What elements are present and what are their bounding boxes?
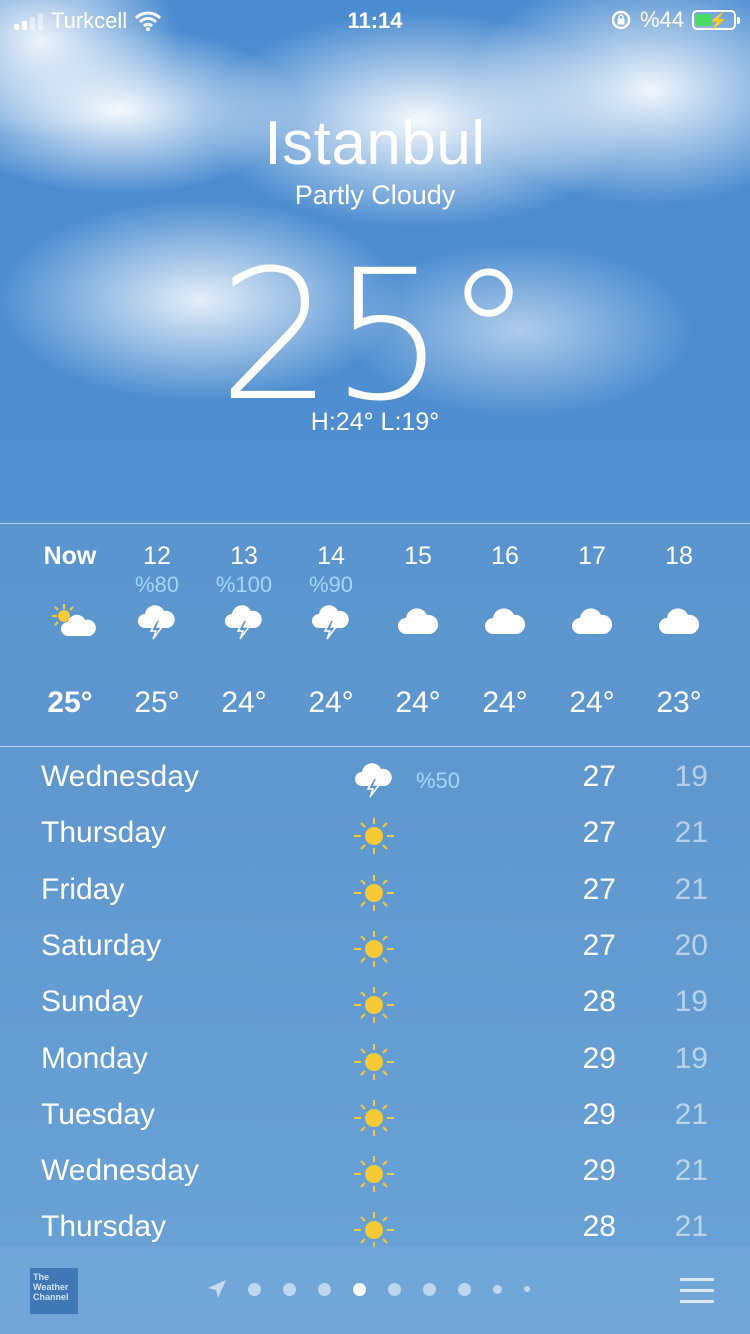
precip-chance: %90 xyxy=(308,572,354,597)
hour-temp: 23° xyxy=(656,686,702,719)
low-temp: 19 xyxy=(674,985,708,1019)
page-dot[interactable] xyxy=(423,1282,436,1296)
low-temp: 21 xyxy=(674,872,708,906)
thunderstorm-icon xyxy=(309,602,353,642)
condition: Partly Cloudy xyxy=(294,180,456,210)
rotation-lock-icon xyxy=(611,10,631,30)
day-row: Wednesday 29 21 xyxy=(0,1146,750,1202)
city-list-button[interactable] xyxy=(680,1278,714,1304)
precip-chance: %50 xyxy=(416,768,461,793)
day-row: Sunday 28 19 xyxy=(0,977,750,1033)
location-arrow-icon xyxy=(208,1280,226,1298)
hour-label: 17 xyxy=(578,542,606,570)
day-row: Tuesday 29 21 xyxy=(0,1090,750,1146)
hour-label: 18 xyxy=(665,542,693,570)
thunderstorm-icon xyxy=(135,602,179,642)
high-temp: 27 xyxy=(582,816,616,850)
low-temp: 21 xyxy=(674,1210,708,1244)
hour-label: 15 xyxy=(404,542,432,570)
precip-chance: %100 xyxy=(215,572,273,597)
hour-temp: 24° xyxy=(395,686,441,719)
low-temp: 19 xyxy=(674,760,708,793)
cloud-icon xyxy=(657,602,701,642)
page-dot-active[interactable] xyxy=(353,1282,366,1296)
high-temp: 29 xyxy=(582,1041,616,1075)
day-name: Thursday xyxy=(41,1210,167,1244)
day-name: Sunday xyxy=(41,985,143,1019)
cloud-icon xyxy=(483,602,527,642)
thunderstorm-icon xyxy=(352,760,396,800)
hour-label: 16 xyxy=(491,542,519,570)
day-row: Monday 29 19 xyxy=(0,1034,750,1090)
cloud-icon xyxy=(396,602,440,642)
high-temp: 27 xyxy=(582,928,616,962)
sun-icon xyxy=(352,1042,396,1082)
partly-sunny-icon xyxy=(48,602,96,642)
day-name: Saturday xyxy=(41,928,162,962)
page-indicator[interactable] xyxy=(206,1278,552,1300)
high-low: H:24° L:19° xyxy=(310,408,440,436)
day-name: Wednesday xyxy=(41,1154,199,1188)
page-dot[interactable] xyxy=(458,1282,471,1296)
sun-icon xyxy=(352,985,396,1025)
sun-icon xyxy=(352,929,396,969)
hour-label: 12 xyxy=(143,542,171,570)
sun-icon xyxy=(352,816,396,856)
page-dot[interactable] xyxy=(524,1286,530,1292)
hour-temp: 24° xyxy=(569,686,615,719)
divider xyxy=(0,746,750,747)
high-temp: 27 xyxy=(582,760,616,793)
sun-icon xyxy=(352,1210,396,1250)
day-name: Thursday xyxy=(41,816,167,850)
status-right: %44 ⚡ xyxy=(610,7,740,33)
day-name: Tuesday xyxy=(41,1097,155,1131)
city-name: Istanbul xyxy=(264,109,486,178)
hour-temp: 25° xyxy=(47,686,93,719)
day-name: Friday xyxy=(41,872,125,906)
high-temp: 29 xyxy=(582,1154,616,1188)
sun-icon xyxy=(352,873,396,913)
precip-chance: %80 xyxy=(134,572,180,597)
low-temp: 21 xyxy=(674,816,708,850)
hour-temp: 24° xyxy=(221,686,267,719)
day-name: Monday xyxy=(41,1041,148,1075)
day-row: Saturday 27 20 xyxy=(0,921,750,977)
hour-temp: 25° xyxy=(134,686,180,719)
hour-label: Now xyxy=(43,542,97,570)
hour-temp: 24° xyxy=(482,686,528,719)
low-temp: 21 xyxy=(674,1154,708,1188)
day-row: Wednesday %50 27 19 xyxy=(0,752,750,808)
battery-percent: %44 xyxy=(639,7,684,32)
sun-icon xyxy=(352,1154,396,1194)
low-temp: 19 xyxy=(674,1041,708,1075)
battery-icon: ⚡ xyxy=(692,10,740,30)
day-row: Friday 27 21 xyxy=(0,865,750,921)
day-name: Wednesday xyxy=(41,760,199,793)
low-temp: 20 xyxy=(674,928,708,962)
high-temp: 29 xyxy=(582,1097,616,1131)
cloud-icon xyxy=(570,602,614,642)
bottom-bar: The Weather Channel xyxy=(0,1246,750,1334)
hourly-forecast[interactable]: Now 25° 12 %80 25° 13 %100 24° 14 %90 24° 15 24° 16 24… xyxy=(0,524,750,746)
day-row: Thursday 27 21 xyxy=(0,808,750,864)
weather-channel-logo[interactable]: The Weather Channel xyxy=(30,1268,78,1314)
status-bar: Turkcell 11:14 %44 ⚡ xyxy=(0,0,750,40)
page-dot[interactable] xyxy=(248,1282,261,1296)
hour-temp: 24° xyxy=(308,686,354,719)
page-dot[interactable] xyxy=(388,1282,401,1296)
page-dot[interactable] xyxy=(318,1282,331,1296)
hour-label: 14 xyxy=(317,542,345,570)
sun-icon xyxy=(352,1098,396,1138)
high-temp: 28 xyxy=(582,1210,616,1244)
high-temp: 28 xyxy=(582,985,616,1019)
high-temp: 27 xyxy=(582,872,616,906)
low-temp: 21 xyxy=(674,1097,708,1131)
thunderstorm-icon xyxy=(222,602,266,642)
hour-label: 13 xyxy=(230,542,258,570)
page-dot[interactable] xyxy=(493,1284,502,1294)
page-dot[interactable] xyxy=(283,1282,296,1296)
